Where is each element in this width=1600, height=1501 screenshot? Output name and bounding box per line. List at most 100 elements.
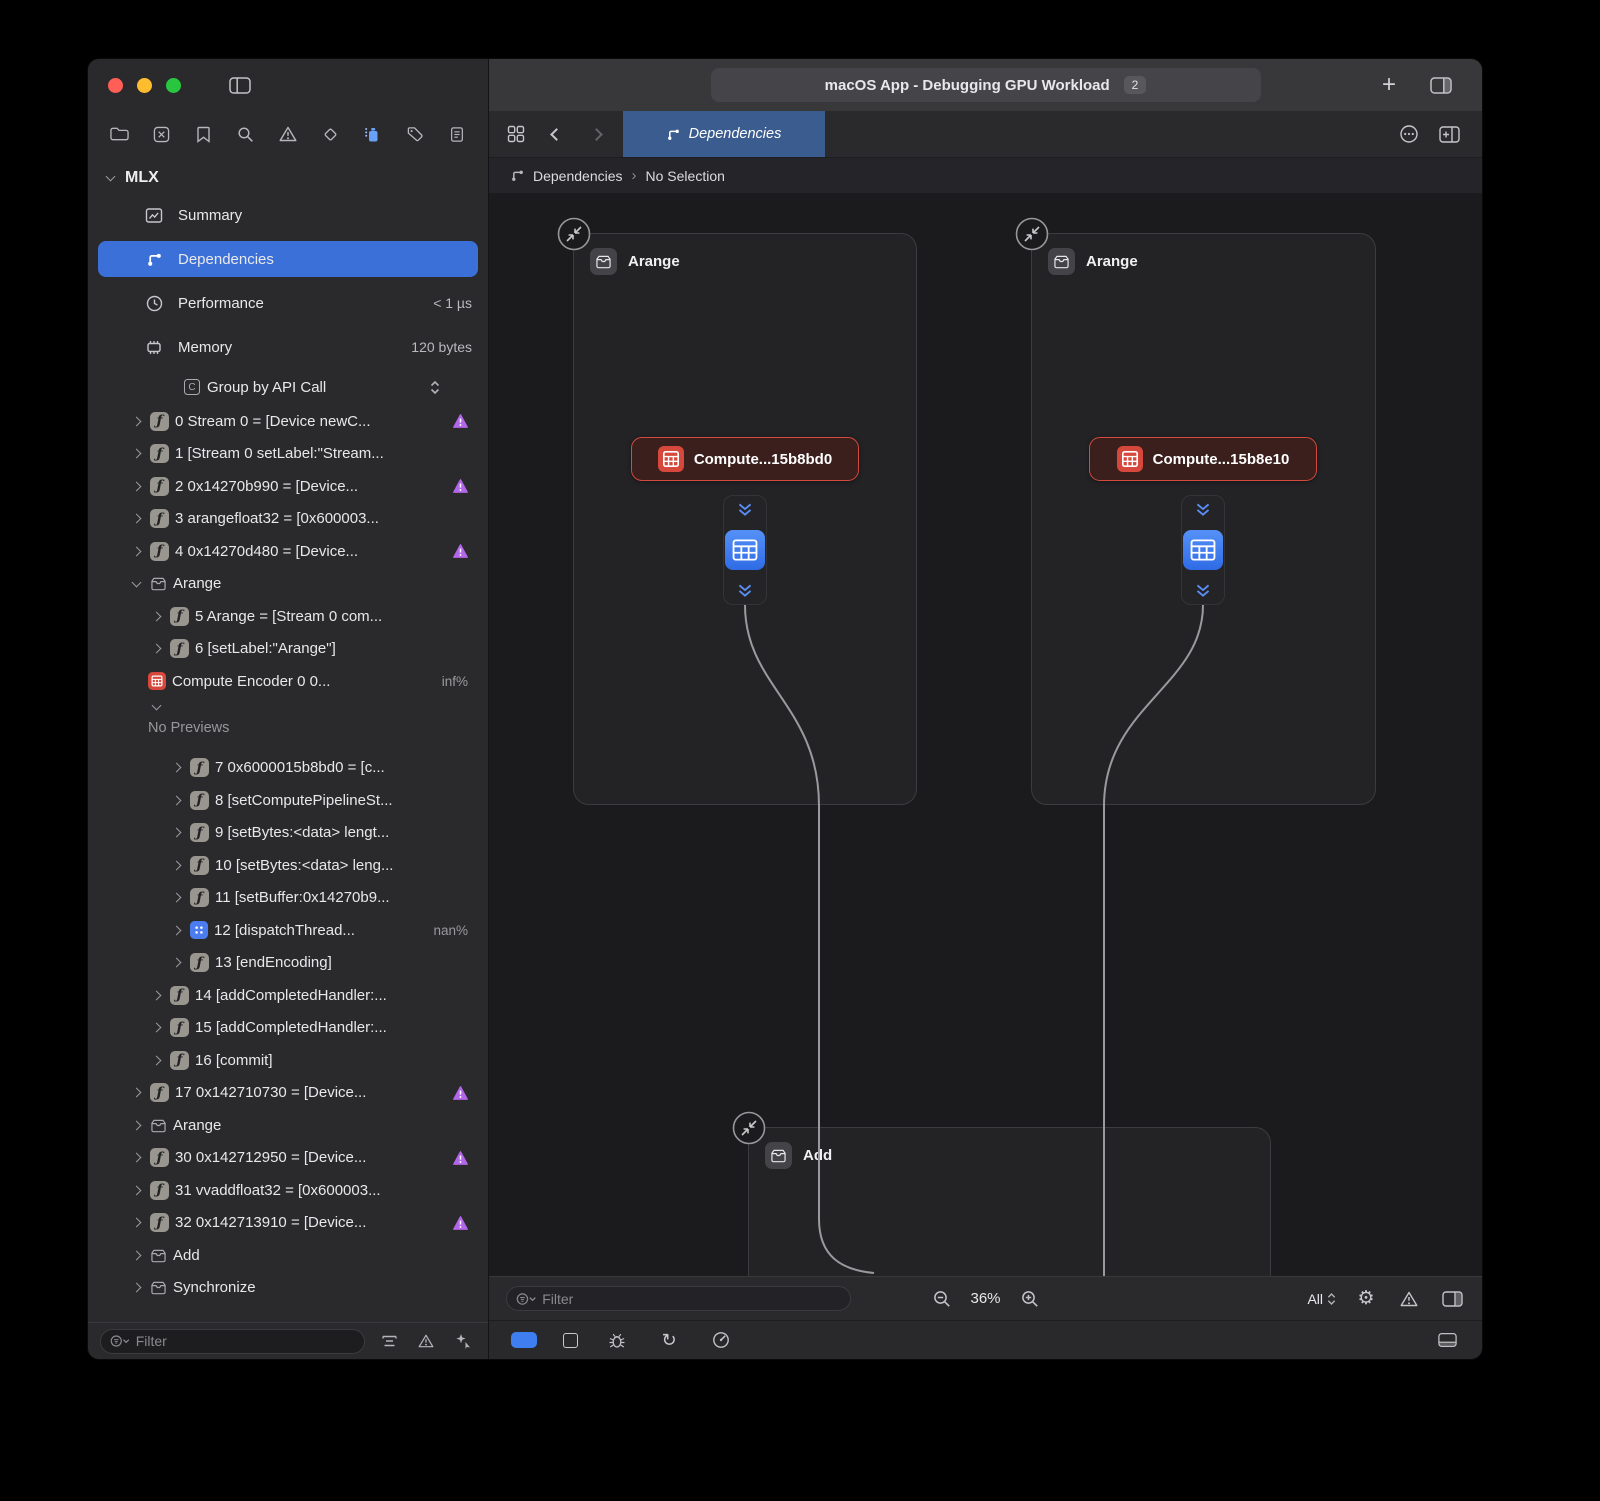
sidebar-filter-field[interactable] xyxy=(100,1329,365,1354)
breakpoint-navigator-button[interactable] xyxy=(402,121,428,147)
disclosure-chevron[interactable] xyxy=(168,857,184,873)
tree-row[interactable]: ƒ 5 Arange = [Stream 0 com... xyxy=(88,600,488,633)
sidebar-item-performance[interactable]: Performance < 1 µs xyxy=(88,281,488,325)
tree-row[interactable]: ƒ 8 [setComputePipelineSt... xyxy=(88,784,488,817)
sidebar-item-dependencies[interactable]: Dependencies xyxy=(98,241,478,277)
disclosure-chevron[interactable] xyxy=(128,478,144,494)
disclosure-chevron[interactable] xyxy=(102,170,118,186)
debug-issues-button[interactable] xyxy=(604,1327,630,1353)
tree-row[interactable]: ƒ 32 0x142713910 = [Device... xyxy=(88,1207,488,1240)
tree-row[interactable]: ƒ 1 [Stream 0 setLabel:"Stream... xyxy=(88,438,488,471)
disclosure-chevron[interactable] xyxy=(128,446,144,462)
runtime-issue-icon[interactable] xyxy=(453,1086,468,1100)
tree-row[interactable] xyxy=(88,698,488,716)
performance-gauge-button[interactable] xyxy=(708,1327,734,1353)
tree-row[interactable]: Add xyxy=(88,1239,488,1272)
disclosure-chevron[interactable] xyxy=(168,955,184,971)
toggle-left-sidebar-button[interactable] xyxy=(227,72,253,98)
issue-navigator-button[interactable] xyxy=(275,121,301,147)
disclosure-chevron[interactable] xyxy=(168,890,184,906)
group-by-control[interactable]: C Group by API Call xyxy=(88,369,488,405)
disclosure-chevron[interactable] xyxy=(128,1215,144,1231)
collapse-group-button[interactable] xyxy=(732,1111,766,1145)
refresh-capture-button[interactable]: ↻ xyxy=(656,1327,682,1353)
tree-row[interactable]: ƒ 4 0x14270d480 = [Device... xyxy=(88,535,488,568)
live-indicator[interactable] xyxy=(511,1332,537,1348)
canvas-filter-field[interactable] xyxy=(506,1286,851,1311)
disclosure-chevron[interactable] xyxy=(128,1150,144,1166)
disclosure-chevron[interactable] xyxy=(128,1247,144,1263)
disclosure-chevron[interactable] xyxy=(128,576,144,592)
tree-row[interactable]: ƒ 0 Stream 0 = [Device newC... xyxy=(88,405,488,438)
canvas-issues-button[interactable] xyxy=(1396,1286,1422,1312)
disclosure-chevron[interactable] xyxy=(128,1085,144,1101)
sidebar-item-memory[interactable]: Memory 120 bytes xyxy=(88,325,488,369)
project-navigator-button[interactable] xyxy=(106,121,132,147)
collapse-group-button[interactable] xyxy=(1015,217,1049,251)
breadcrumb-item[interactable]: Dependencies xyxy=(533,168,623,184)
disclosure-chevron[interactable] xyxy=(148,641,164,657)
toggle-right-sidebar-button[interactable] xyxy=(1428,72,1454,98)
tree-row[interactable]: ƒ 16 [commit] xyxy=(88,1044,488,1077)
close-button[interactable] xyxy=(108,78,123,93)
bottom-panel-toggle-button[interactable] xyxy=(1434,1327,1460,1353)
runtime-issue-icon[interactable] xyxy=(453,414,468,428)
window-title-group[interactable]: macOS App - Debugging GPU Workload 2 xyxy=(711,68,1261,102)
tree-row[interactable]: ƒ 31 vvaddfloat32 = [0x600003... xyxy=(88,1174,488,1207)
gpu-debug-navigator-button[interactable] xyxy=(360,121,386,147)
tree-row[interactable]: ƒ 6 [setLabel:"Arange"] xyxy=(88,633,488,666)
show-issues-filter-button[interactable] xyxy=(413,1328,439,1354)
tree-row[interactable]: ƒ 14 [addCompletedHandler:... xyxy=(88,979,488,1012)
tree-row[interactable]: ƒ 11 [setBuffer:0x14270b9... xyxy=(88,882,488,915)
test-navigator-button[interactable] xyxy=(317,121,343,147)
sidebar-item-summary[interactable]: Summary xyxy=(88,193,488,237)
tree-row[interactable]: Synchronize xyxy=(88,1272,488,1305)
canvas-filter-input[interactable] xyxy=(542,1291,841,1307)
runtime-issue-icon[interactable] xyxy=(453,479,468,493)
tree-row[interactable]: ƒ 9 [setBytes:<data> lengt... xyxy=(88,817,488,850)
breadcrumb-item[interactable]: No Selection xyxy=(646,168,725,184)
add-editor-button[interactable] xyxy=(1436,121,1462,147)
disclosure-chevron[interactable] xyxy=(128,511,144,527)
disclosure-chevron[interactable] xyxy=(148,699,164,715)
sparkle-filter-button[interactable] xyxy=(450,1328,476,1354)
tree-row[interactable]: ƒ 30 0x142712950 = [Device... xyxy=(88,1142,488,1175)
tree-row[interactable]: ƒ 7 0x6000015b8bd0 = [c... xyxy=(88,752,488,785)
tree-row[interactable]: Arange xyxy=(88,568,488,601)
disclosure-chevron[interactable] xyxy=(128,543,144,559)
back-button[interactable] xyxy=(543,121,569,147)
source-control-navigator-button[interactable] xyxy=(148,121,174,147)
zoom-button[interactable] xyxy=(166,78,181,93)
popup-chevrons-icon[interactable] xyxy=(430,380,440,395)
disclosure-chevron[interactable] xyxy=(148,1052,164,1068)
tab-dependencies[interactable]: Dependencies xyxy=(623,111,825,157)
disclosure-chevron[interactable] xyxy=(168,760,184,776)
disclosure-chevron[interactable] xyxy=(168,825,184,841)
tree-row[interactable]: ƒ 15 [addCompletedHandler:... xyxy=(88,1012,488,1045)
runtime-issue-icon[interactable] xyxy=(453,1216,468,1230)
disclosure-chevron[interactable] xyxy=(128,413,144,429)
compute-encoder-node[interactable]: Compute...15b8bd0 xyxy=(631,437,859,481)
scope-selector[interactable]: All xyxy=(1307,1291,1336,1307)
disclosure-chevron[interactable] xyxy=(148,1020,164,1036)
minimize-button[interactable] xyxy=(137,78,152,93)
zoom-level[interactable]: 36% xyxy=(970,1290,1000,1307)
tree-row[interactable]: ƒ 3 arangefloat32 = [0x600003... xyxy=(88,503,488,536)
new-tab-button[interactable]: + xyxy=(1376,72,1402,98)
report-navigator-button[interactable] xyxy=(444,121,470,147)
bookmark-navigator-button[interactable] xyxy=(191,121,217,147)
disclosure-chevron[interactable] xyxy=(148,608,164,624)
runtime-issue-icon[interactable] xyxy=(453,1151,468,1165)
zoom-in-button[interactable] xyxy=(1017,1286,1043,1312)
tree-row[interactable]: No Previews xyxy=(88,716,488,740)
disclosure-chevron[interactable] xyxy=(128,1280,144,1296)
compute-encoder-node[interactable]: Compute...15b8e10 xyxy=(1089,437,1317,481)
dependency-graph-canvas[interactable]: Arange xyxy=(489,194,1482,1276)
forward-button[interactable] xyxy=(583,121,609,147)
collapse-group-button[interactable] xyxy=(557,217,591,251)
resource-node[interactable] xyxy=(1181,495,1225,605)
disclosure-chevron[interactable] xyxy=(168,792,184,808)
zoom-out-button[interactable] xyxy=(928,1286,954,1312)
tree-row[interactable]: Compute Encoder 0 0... inf% xyxy=(88,665,488,698)
find-navigator-button[interactable] xyxy=(233,121,259,147)
